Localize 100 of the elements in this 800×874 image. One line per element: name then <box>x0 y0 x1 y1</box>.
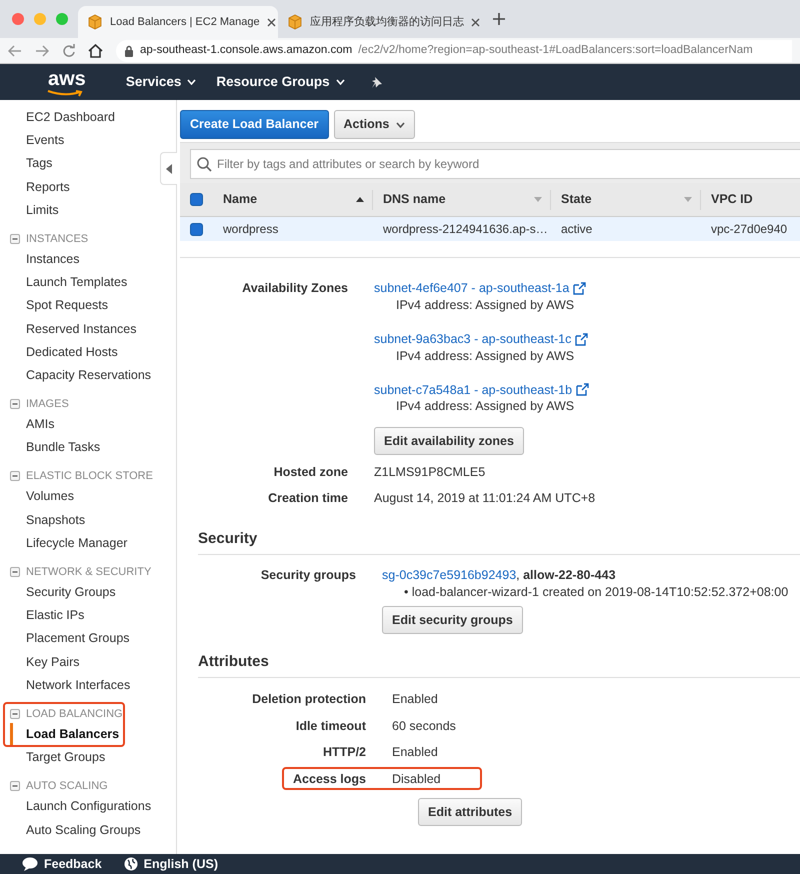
sidebar-item[interactable]: Events <box>10 129 68 152</box>
caret-icon <box>336 79 345 85</box>
collapse-icon[interactable] <box>10 567 20 577</box>
edit-button[interactable]: Edit security groups <box>382 606 523 634</box>
field-value: Z1LMS91P8CMLE5 <box>374 465 486 480</box>
column-header[interactable]: VPC ID <box>711 190 797 210</box>
column-header[interactable]: Name <box>223 190 373 210</box>
search-field[interactable]: Filter by tags and attributes or search by keyword <box>190 149 800 179</box>
external-link-icon[interactable] <box>573 282 586 295</box>
lock-icon <box>124 44 134 56</box>
section-header: LOAD BALANCING <box>26 706 123 722</box>
sort-ascending-icon[interactable] <box>356 197 364 202</box>
home-icon[interactable] <box>88 44 103 58</box>
collapse-icon[interactable] <box>10 234 20 244</box>
sidebar-item[interactable]: Network Interfaces <box>10 674 134 697</box>
external-link-icon[interactable] <box>576 383 590 396</box>
caret-icon <box>187 79 196 85</box>
url-path: /ec2/v2/home?region=ap-southeast-1#LoadBalancers:sort=loadBalancerNam <box>358 42 753 58</box>
sidebar-item[interactable]: Lifecycle Manager <box>10 532 132 555</box>
create-button[interactable]: Create Load Balancer <box>180 110 329 139</box>
back-icon[interactable] <box>8 44 22 56</box>
sidebar-item[interactable]: Capacity Reservations <box>10 364 156 388</box>
field-value: Enabled <box>392 691 438 708</box>
box-icon <box>87 14 103 30</box>
column-header[interactable]: State <box>561 190 701 210</box>
sidebar-item[interactable]: EC2 Dashboard <box>10 106 119 130</box>
close-icon[interactable] <box>266 18 276 26</box>
field-value: IPv4 address: Assigned by AWS <box>395 296 576 314</box>
caret-icon <box>166 164 172 174</box>
table-cell: vpc-27d0e940 <box>711 222 788 236</box>
sidebar-item[interactable]: Spot Requests <box>10 294 112 318</box>
field-value: 60 seconds <box>392 718 456 734</box>
sidebar-item[interactable]: Placement Groups <box>10 627 134 651</box>
field-label: Deletion protection <box>251 691 367 708</box>
sidebar-item[interactable]: Limits <box>10 198 63 222</box>
subnet-link[interactable]: subnet-4ef6e407 - ap-southeast-1a <box>374 280 570 297</box>
new-tab-icon[interactable] <box>492 12 506 26</box>
section-header: AUTO SCALING <box>26 778 108 794</box>
caret-icon <box>396 122 406 128</box>
collapse-icon[interactable] <box>10 708 20 719</box>
edit-button[interactable]: Edit attributes <box>418 798 522 826</box>
forward-icon[interactable] <box>35 44 49 56</box>
smile-arrow-icon <box>47 90 83 97</box>
sidebar-item[interactable]: Tags <box>10 152 56 176</box>
sidebar-item[interactable]: Target Groups <box>10 746 110 770</box>
aws-logo[interactable]: aws <box>48 69 86 95</box>
sidebar-item[interactable]: Dedicated Hosts <box>10 340 122 364</box>
field-value: IPv4 address: Assigned by AWS <box>395 398 576 416</box>
field-label: Access logs <box>292 770 367 788</box>
nav-menu[interactable]: Services <box>126 72 196 92</box>
sidebar-item[interactable]: Launch Configurations <box>10 795 156 818</box>
sidebar-item[interactable]: Elastic IPs <box>10 604 88 628</box>
section-header: NETWORK & SECURITY <box>26 564 152 580</box>
footer-link[interactable]: Feedback <box>44 856 102 872</box>
field-label: Hosted zone <box>272 464 349 482</box>
collapse-icon[interactable] <box>10 471 20 482</box>
subnet-link[interactable]: subnet-9a63bac3 - ap-southeast-1c <box>374 330 572 348</box>
edit-button[interactable]: Edit availability zones <box>374 427 524 456</box>
sidebar-item[interactable]: Snapshots <box>10 508 90 532</box>
sidebar-item[interactable]: Key Pairs <box>10 650 84 674</box>
section-header: INSTANCES <box>26 232 88 246</box>
sidebar-item[interactable]: Launch Templates <box>10 271 132 294</box>
field-value: • load-balancer-wizard-1 created on 2019-08-14T10:52:52.372+08:00 <box>403 584 788 601</box>
sidebar-item[interactable]: Instances <box>10 248 84 272</box>
sidebar-item[interactable]: Security Groups <box>10 581 120 604</box>
sidebar-item[interactable]: Bundle Tasks <box>10 436 104 460</box>
collapse-tab[interactable] <box>160 152 177 185</box>
security-group-link[interactable]: sg-0c39c7e5916b92493 <box>382 568 516 582</box>
section-header: ELASTIC BLOCK STORE <box>26 469 153 484</box>
pin-icon[interactable] <box>370 76 383 88</box>
globe-icon <box>124 857 138 871</box>
table-cell: active <box>561 222 592 236</box>
sidebar-item[interactable]: AMIs <box>10 413 58 436</box>
table-row[interactable]: wordpress wordpress-2124941636.ap-s… active vpc-27d0e940 <box>180 217 800 241</box>
search-icon <box>197 157 212 172</box>
close-icon[interactable] <box>471 18 480 26</box>
reload-icon[interactable] <box>62 44 75 57</box>
sidebar-item[interactable]: Volumes <box>10 485 78 509</box>
actions-dropdown[interactable]: Actions <box>334 110 416 139</box>
column-header[interactable]: DNS name <box>383 190 551 210</box>
checkbox[interactable] <box>190 193 203 206</box>
sidebar-item[interactable]: Load Balancers <box>10 722 124 746</box>
field-label: Creation time <box>267 490 349 507</box>
section-title: Security <box>198 529 800 556</box>
collapse-icon[interactable] <box>10 781 20 792</box>
collapse-icon[interactable] <box>10 399 20 410</box>
external-link-icon[interactable] <box>575 332 588 346</box>
checkbox[interactable] <box>190 222 203 236</box>
footer-link[interactable]: English (US) <box>144 856 218 872</box>
sidebar-item[interactable]: Reports <box>10 176 74 199</box>
browser-tab[interactable]: 应用程序负载均衡器的访问日志 <box>278 6 478 38</box>
browser-tab[interactable]: Load Balancers | EC2 Manage <box>78 6 278 38</box>
url-host: ap-southeast-1.console.aws.amazon.com <box>140 42 352 58</box>
nav-menu[interactable]: Resource Groups <box>216 72 345 92</box>
address-field[interactable]: ap-southeast-1.console.aws.amazon.com /ec2/v2/home?region=ap-southeast-1#LoadBalancers:sort=loadBalancerNam <box>116 40 792 62</box>
sidebar-item[interactable]: Auto Scaling Groups <box>10 818 145 842</box>
subnet-link[interactable]: subnet-c7a548a1 - ap-southeast-1b <box>374 382 572 398</box>
table-cell: wordpress <box>223 222 278 236</box>
field-label: Availability Zones <box>241 280 349 297</box>
sidebar-item[interactable]: Reserved Instances <box>10 318 140 341</box>
